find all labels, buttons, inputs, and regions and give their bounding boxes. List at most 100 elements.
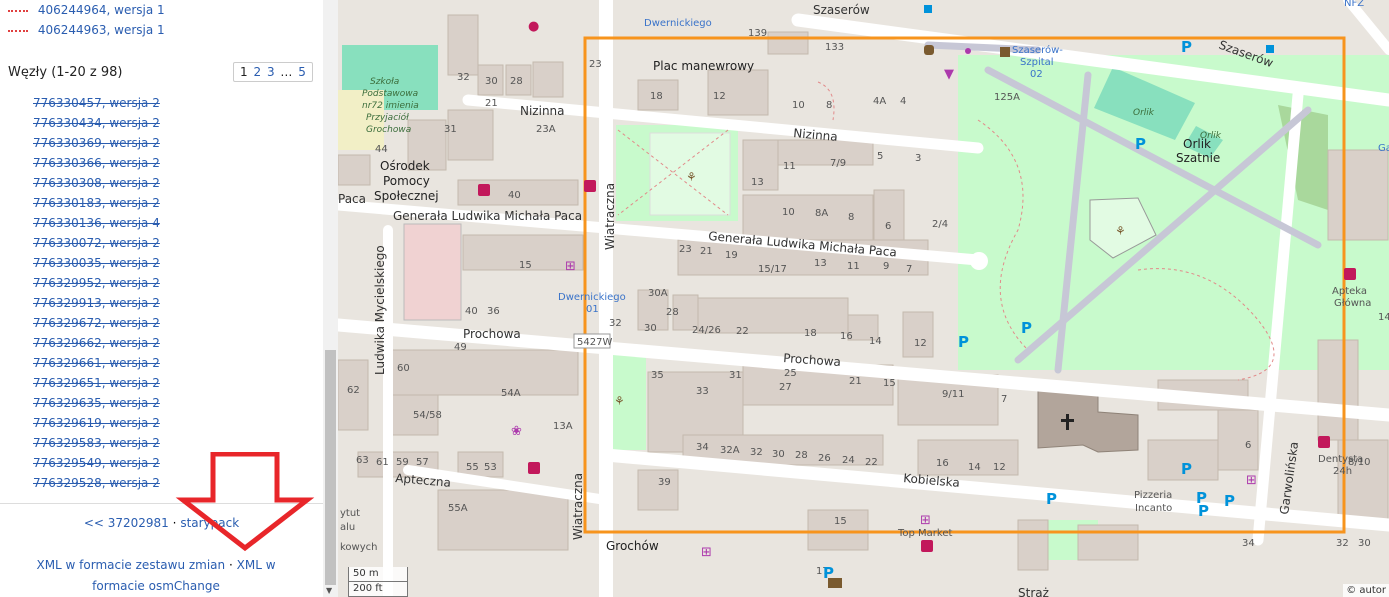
bicycle-parking-icon: P bbox=[1135, 135, 1146, 153]
bus-stop-label: 01 bbox=[586, 304, 599, 315]
svg-text:13: 13 bbox=[751, 177, 764, 188]
svg-text:8: 8 bbox=[848, 212, 854, 223]
svg-text:14: 14 bbox=[869, 336, 882, 347]
svg-text:27: 27 bbox=[779, 382, 792, 393]
scroll-down-icon[interactable]: ▼ bbox=[326, 587, 332, 595]
dentist-icon bbox=[1318, 436, 1330, 448]
svg-text:2/4: 2/4 bbox=[932, 219, 948, 230]
place-label: Społecznej bbox=[374, 189, 439, 203]
list-item: 776329672, wersja 2 bbox=[33, 315, 160, 335]
bus-stop-label: Dwernickiego bbox=[644, 18, 712, 29]
map-attribution[interactable]: © autor bbox=[1343, 584, 1389, 597]
list-item: 776329619, wersja 2 bbox=[33, 415, 160, 435]
svg-text:59: 59 bbox=[396, 457, 409, 468]
svg-text:10: 10 bbox=[782, 207, 795, 218]
list-item: 776330366, wersja 2 bbox=[33, 155, 160, 175]
svg-text:15: 15 bbox=[519, 260, 532, 271]
list-item: 776329913, wersja 2 bbox=[33, 295, 160, 315]
node-link[interactable]: 776330072, wersja 2 bbox=[33, 236, 160, 250]
node-link[interactable]: 776330035, wersja 2 bbox=[33, 256, 160, 270]
node-link[interactable]: 776329635, wersja 2 bbox=[33, 396, 160, 410]
restaurant-label: Incanto bbox=[1135, 503, 1172, 514]
changeset-xml-link[interactable]: XML w formacie zestawu zmian bbox=[36, 558, 225, 572]
svg-text:30: 30 bbox=[485, 76, 498, 87]
fast-food-icon bbox=[924, 45, 934, 55]
street-label: Prochowa bbox=[463, 327, 521, 341]
svg-text:25: 25 bbox=[784, 368, 797, 379]
fruit-shop-icon: ● bbox=[528, 19, 539, 34]
post-box-icon bbox=[1000, 47, 1010, 57]
map-canvas[interactable]: Szaserów Szaserów Nizinna Nizinna Genera… bbox=[338, 0, 1389, 597]
node-link[interactable]: 776330369, wersja 2 bbox=[33, 136, 160, 150]
marketplace-icon: ▼ bbox=[944, 67, 954, 82]
place-label: Pomocy bbox=[383, 174, 430, 188]
street-label: Paca bbox=[338, 192, 366, 206]
svg-text:9/11: 9/11 bbox=[942, 389, 964, 400]
doctor-icon bbox=[528, 462, 540, 474]
node-link[interactable]: 776330457, wersja 2 bbox=[33, 96, 160, 110]
node-link[interactable]: 776330308, wersja 2 bbox=[33, 176, 160, 190]
pharmacy-icon bbox=[1344, 268, 1356, 280]
street-label: Wiatraczna bbox=[571, 473, 585, 540]
svg-text:53: 53 bbox=[484, 462, 497, 473]
way-link[interactable]: 406244963, wersja 1 bbox=[38, 23, 165, 37]
node-link[interactable]: 776330366, wersja 2 bbox=[33, 156, 160, 170]
place-label: Plac manewrowy bbox=[653, 59, 754, 73]
page-link[interactable]: 3 bbox=[267, 65, 275, 79]
svg-text:32: 32 bbox=[457, 72, 470, 83]
list-item: 776330136, wersja 4 bbox=[33, 215, 160, 235]
node-link[interactable]: 776329651, wersja 2 bbox=[33, 376, 160, 390]
bus-stop-icon bbox=[924, 5, 932, 13]
node-link[interactable]: 776330183, wersja 2 bbox=[33, 196, 160, 210]
download-links: XML w formacie zestawu zmian · XML w for… bbox=[10, 555, 302, 597]
bicycle-parking-icon: P bbox=[1021, 319, 1032, 337]
shop-icon: ⊞ bbox=[565, 259, 576, 274]
way-link[interactable]: 406244964, wersja 1 bbox=[38, 3, 165, 17]
node-link[interactable]: 776329662, wersja 2 bbox=[33, 336, 160, 350]
page-link[interactable]: 2 bbox=[253, 65, 261, 79]
svg-text:10: 10 bbox=[792, 100, 805, 111]
district-label: Grochów bbox=[606, 539, 659, 553]
scrollbar-thumb[interactable] bbox=[325, 350, 336, 585]
shop-label: Top Market bbox=[897, 528, 953, 539]
svg-text:5: 5 bbox=[877, 151, 883, 162]
svg-text:32A: 32A bbox=[720, 445, 740, 456]
sidebar-scrollbar[interactable]: ▼ bbox=[323, 0, 338, 597]
list-item: 776329662, wersja 2 bbox=[33, 335, 160, 355]
place-label: NFZ bbox=[1344, 0, 1364, 9]
map-scale: 50 m 200 ft bbox=[348, 567, 408, 597]
node-link[interactable]: 776329583, wersja 2 bbox=[33, 436, 160, 450]
list-item: 776330072, wersja 2 bbox=[33, 235, 160, 255]
svg-text:4: 4 bbox=[900, 96, 906, 107]
svg-text:35: 35 bbox=[651, 370, 664, 381]
node-link[interactable]: 776329672, wersja 2 bbox=[33, 316, 160, 330]
svg-text:12: 12 bbox=[713, 91, 726, 102]
page-link[interactable]: 5 bbox=[298, 65, 306, 79]
node-link[interactable]: 776329619, wersja 2 bbox=[33, 416, 160, 430]
node-link[interactable]: 776329661, wersja 2 bbox=[33, 356, 160, 370]
street-label: Wiatraczna bbox=[603, 183, 617, 250]
node-link[interactable]: 776329528, wersja 2 bbox=[33, 476, 160, 490]
map-view[interactable]: Szaserów Szaserów Nizinna Nizinna Genera… bbox=[338, 0, 1389, 597]
node-link[interactable]: 776330434, wersja 2 bbox=[33, 116, 160, 130]
node-link[interactable]: 776329952, wersja 2 bbox=[33, 276, 160, 290]
node-link[interactable]: 776329913, wersja 2 bbox=[33, 296, 160, 310]
svg-text:36: 36 bbox=[487, 306, 500, 317]
svg-text:12: 12 bbox=[914, 338, 927, 349]
svg-text:15: 15 bbox=[834, 516, 847, 527]
playground-icon: ⚘ bbox=[614, 394, 625, 408]
parking-icon: P bbox=[1198, 502, 1209, 520]
restaurant-label: Pizzeria bbox=[1134, 490, 1172, 501]
svg-text:31: 31 bbox=[729, 370, 742, 381]
svg-text:40: 40 bbox=[508, 190, 521, 201]
node-link[interactable]: 776330136, wersja 4 bbox=[33, 216, 160, 230]
svg-text:33: 33 bbox=[696, 386, 709, 397]
svg-text:139: 139 bbox=[748, 28, 767, 39]
school-label: nr72 imienia bbox=[362, 101, 419, 111]
list-item: 776330434, wersja 2 bbox=[33, 115, 160, 135]
way-line-icon bbox=[8, 29, 28, 32]
prev-changeset-link[interactable]: << 37202981 bbox=[84, 516, 169, 530]
node-link[interactable]: 776329549, wersja 2 bbox=[33, 456, 160, 470]
point-icon bbox=[965, 48, 971, 54]
pharmacy-label: Główna bbox=[1334, 297, 1371, 309]
